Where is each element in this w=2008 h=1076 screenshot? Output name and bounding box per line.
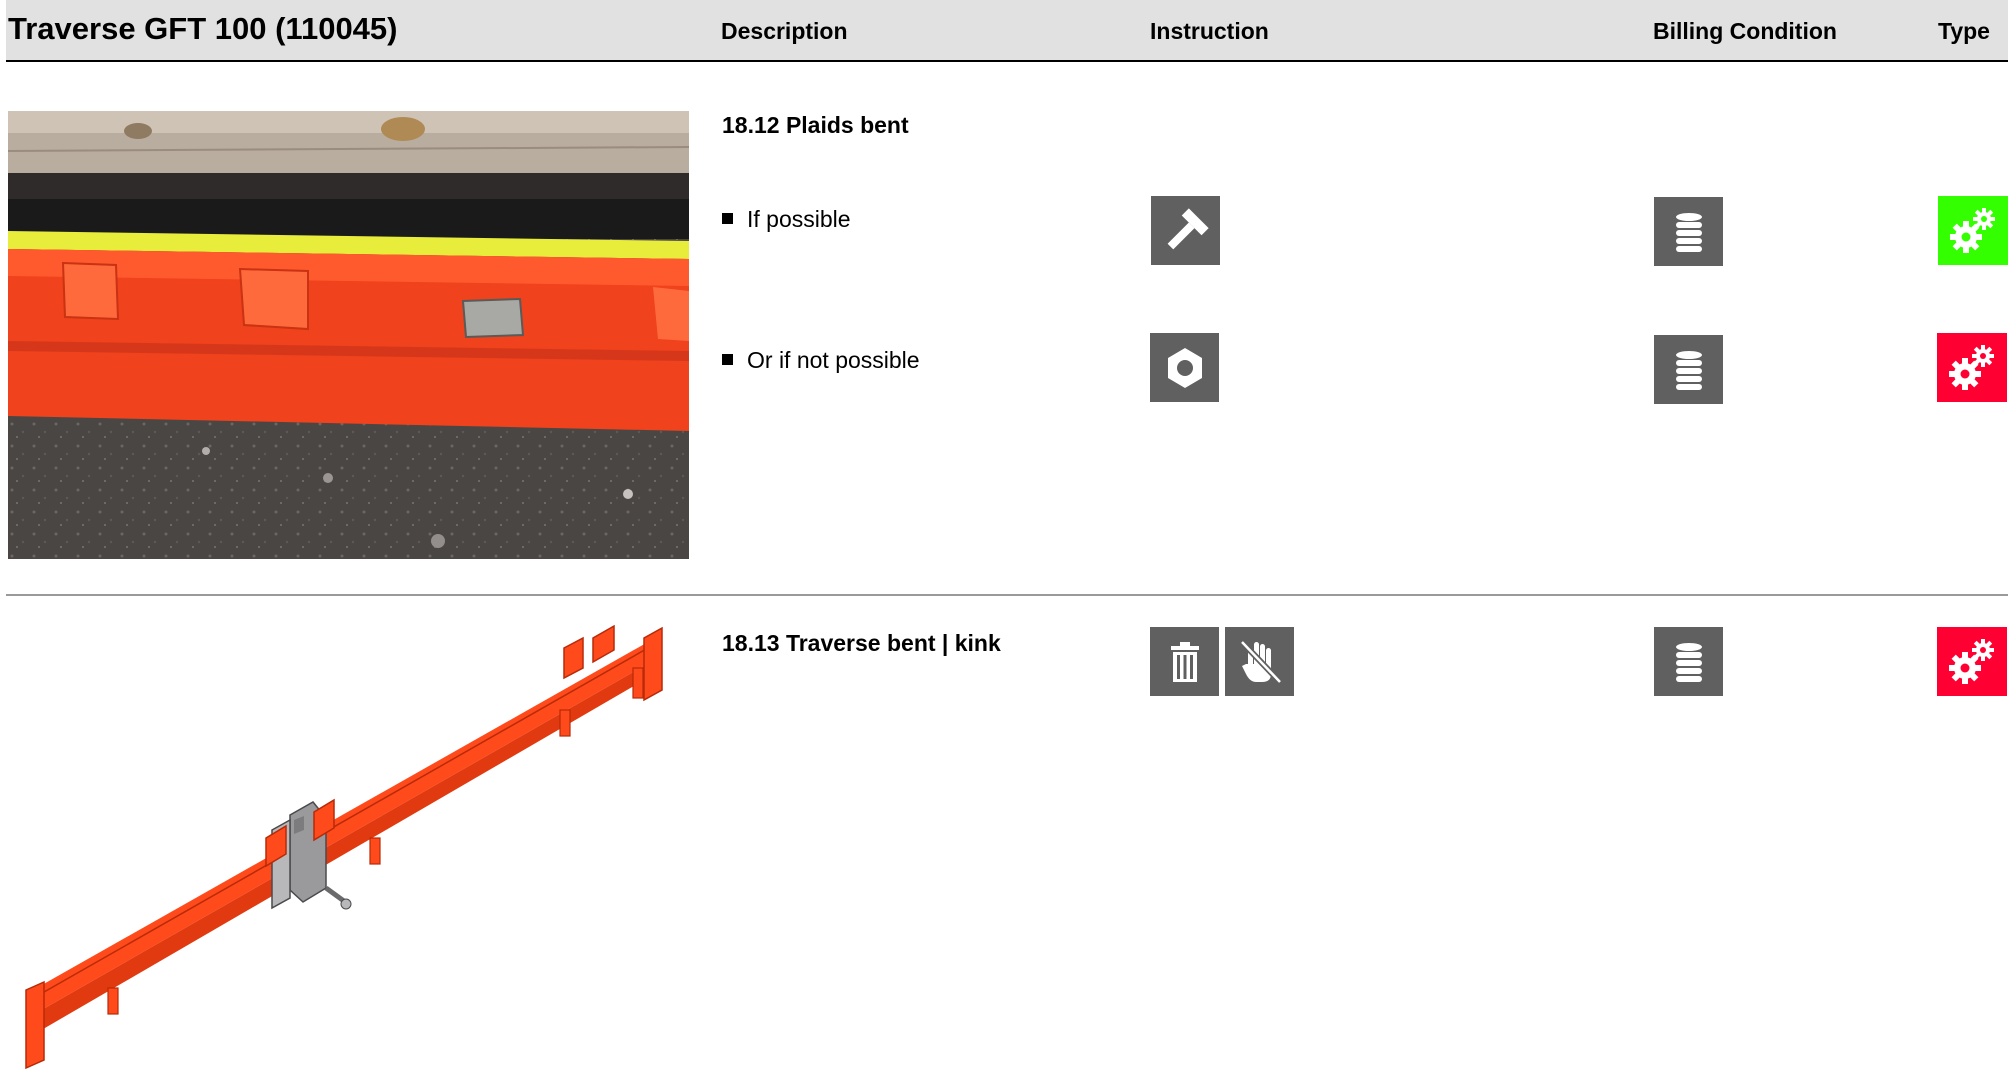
- column-header-billing-condition: Billing Condition: [1653, 18, 1837, 44]
- coin-stack-icon: [1654, 627, 1723, 696]
- list-item: If possible: [722, 206, 851, 233]
- damage-photo-plaids-bent: [8, 111, 689, 559]
- gears-icon: [1937, 627, 2007, 696]
- coin-stack-icon: [1654, 197, 1723, 266]
- section-title-18-12: 18.12 Plaids bent: [722, 112, 909, 138]
- column-header-description: Description: [721, 18, 848, 44]
- column-header-type: Type: [1938, 18, 1990, 44]
- gears-icon: [1938, 196, 2008, 265]
- hammer-icon: [1151, 196, 1220, 265]
- coin-stack-icon: [1654, 335, 1723, 404]
- trash-icon: [1150, 627, 1219, 696]
- bullet-square-icon: [722, 213, 733, 224]
- no-touch-hand-icon: [1225, 627, 1294, 696]
- gears-icon: [1937, 333, 2007, 402]
- list-item-text: Or if not possible: [747, 347, 920, 373]
- section-title-18-13: 18.13 Traverse bent | kink: [722, 630, 1001, 656]
- section-divider: [6, 594, 2008, 596]
- list-item: Or if not possible: [722, 347, 920, 374]
- bullet-square-icon: [722, 354, 733, 365]
- page-title: Traverse GFT 100 (110045): [8, 11, 398, 46]
- list-item-text: If possible: [747, 206, 851, 232]
- traverse-beam-drawing: [8, 620, 689, 1076]
- table-header: Traverse GFT 100 (110045) Description In…: [6, 0, 2008, 62]
- column-header-instruction: Instruction: [1150, 18, 1269, 44]
- hex-nut-icon: [1150, 333, 1219, 402]
